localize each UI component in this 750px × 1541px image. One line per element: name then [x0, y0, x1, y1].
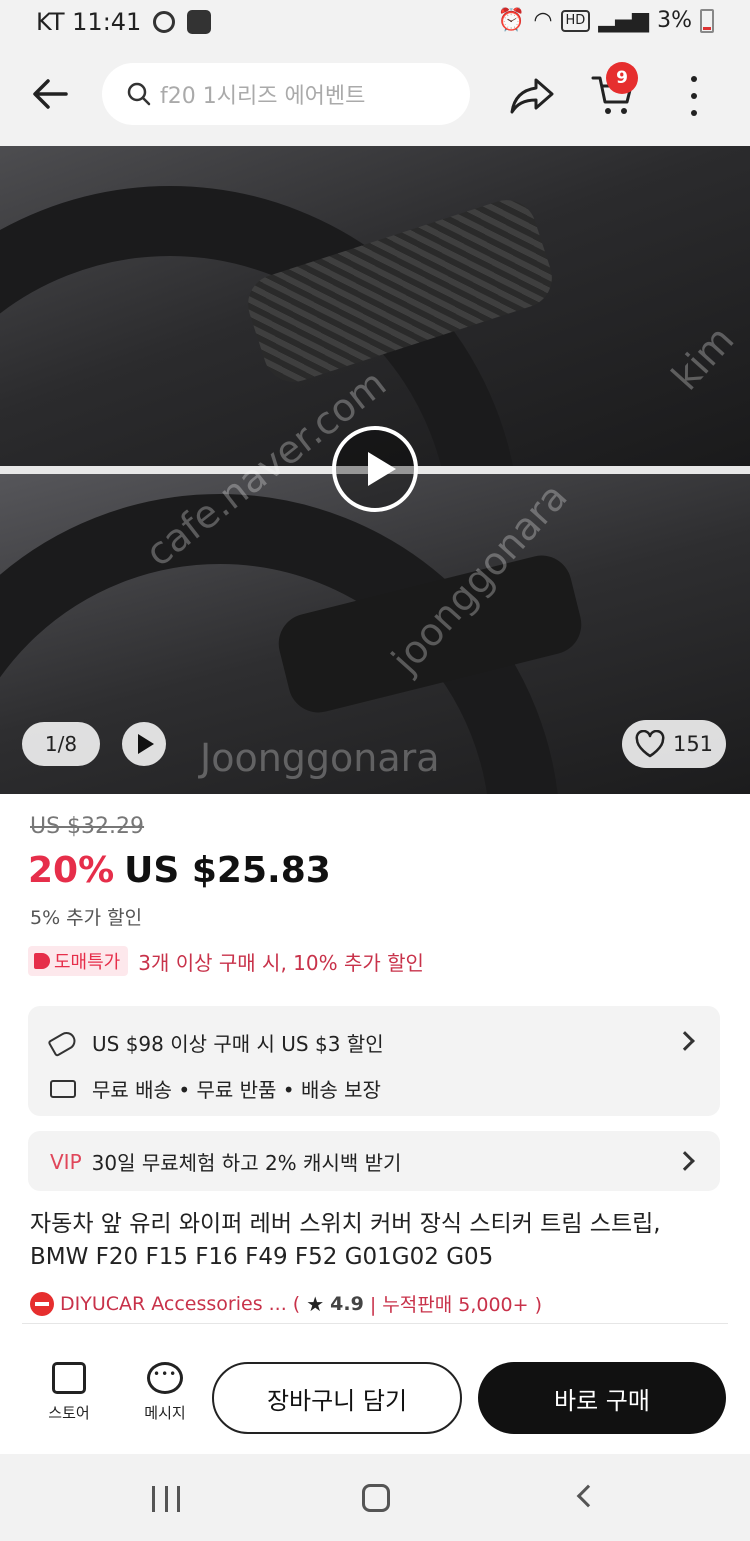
- shipping-line: 무료 배송 • 무료 반품 • 배송 보장: [50, 1074, 381, 1103]
- store-sales: | 누적판매 5,000+ ): [369, 1294, 542, 1316]
- share-button[interactable]: [508, 76, 556, 116]
- status-left: KT 11:41: [36, 8, 212, 36]
- wholesale-badge: 도매특가: [28, 946, 129, 976]
- vip-line: VIP 30일 무료체험 하고 2% 캐시백 받기: [50, 1147, 401, 1176]
- message-button-label: 메시지: [144, 1404, 186, 1422]
- recents-bar: [152, 1486, 155, 1512]
- vip-trial-card[interactable]: VIP 30일 무료체험 하고 2% 캐시백 받기: [28, 1131, 720, 1191]
- message-button[interactable]: 메시지: [130, 1362, 200, 1423]
- store-info[interactable]: DIYUCAR Accessories ... ( ★ 4.9 | 누적판매 5…: [30, 1290, 542, 1317]
- store-logo-icon: [30, 1291, 54, 1316]
- chevron-right-icon: [675, 1031, 695, 1051]
- more-dot: [691, 76, 697, 82]
- heart-icon: [635, 730, 665, 758]
- shipping-text: 무료 배송 • 무료 반품 • 배송 보장: [92, 1078, 381, 1102]
- search-icon: [127, 82, 151, 106]
- play-slideshow-button[interactable]: [122, 722, 166, 766]
- coupon-icon: [47, 1028, 79, 1057]
- coupon-line: US $98 이상 구매 시 US $3 할인: [47, 1028, 384, 1057]
- vip-text: 30일 무료체험 하고 2% 캐시백 받기: [91, 1151, 402, 1175]
- store-button-label: 스토어: [48, 1404, 90, 1422]
- home-button[interactable]: [362, 1484, 390, 1512]
- current-price: US $25.83: [124, 850, 331, 891]
- more-dot: [691, 110, 697, 116]
- product-photo-top: [0, 146, 750, 794]
- product-title: 자동차 앞 유리 와이퍼 레버 스위치 커버 장식 스티커 트림 스트립, BM…: [30, 1211, 661, 1270]
- top-header: f20 1시리즈 에어벤트 9: [0, 46, 750, 146]
- battery-level: 3%: [657, 8, 692, 33]
- discount-percent: 20%: [28, 850, 115, 891]
- search-bar[interactable]: f20 1시리즈 에어벤트: [102, 63, 470, 125]
- pay-icon: [187, 10, 212, 34]
- recents-bar: [177, 1486, 180, 1512]
- store-icon: [52, 1362, 86, 1394]
- wifi-icon: ◠: [533, 8, 553, 33]
- image-pager: 1/8: [22, 722, 100, 766]
- video-play-button[interactable]: [332, 426, 418, 512]
- extra-discount: 5% 추가 할인: [30, 907, 143, 929]
- carrier-time: KT 11:41: [36, 8, 142, 36]
- search-input[interactable]: f20 1시리즈 에어벤트: [160, 78, 365, 110]
- wholesale-badge-label: 도매특가: [54, 952, 121, 973]
- arrow-left-icon: [33, 79, 68, 109]
- chat-bubble-icon: [147, 1362, 183, 1394]
- watermark: Joonggonara: [200, 736, 440, 780]
- more-options-button[interactable]: [680, 76, 708, 116]
- chevron-right-icon: [675, 1151, 695, 1171]
- wishlist-count: 151: [672, 732, 714, 756]
- buy-now-button[interactable]: 바로 구매: [478, 1362, 726, 1434]
- share-icon: [510, 78, 554, 114]
- add-to-cart-button[interactable]: 장바구니 담기: [212, 1362, 462, 1434]
- tag-icon: [34, 953, 50, 969]
- alarm-icon: ⏰: [497, 8, 526, 33]
- product-image-gallery[interactable]: cafe.naver.com joonggonara kim Joonggona…: [0, 146, 750, 794]
- recent-apps-button[interactable]: [152, 1486, 180, 1512]
- store-button[interactable]: 스토어: [34, 1362, 104, 1423]
- store-name[interactable]: DIYUCAR Accessories ... (: [60, 1293, 300, 1315]
- system-nav-bar: [0, 1454, 750, 1541]
- wishlist-button[interactable]: 151: [622, 720, 726, 768]
- system-back-button[interactable]: [576, 1484, 600, 1508]
- coupon-shipping-card[interactable]: US $98 이상 구매 시 US $3 할인 무료 배송 • 무료 반품 • …: [28, 1006, 720, 1116]
- status-right: ⏰ ◠ HD ▂▄▆ 3%: [498, 8, 714, 33]
- battery-icon: [700, 8, 714, 33]
- status-bar: KT 11:41 ⏰ ◠ HD ▂▄▆ 3%: [0, 0, 750, 46]
- divider: [22, 1323, 728, 1324]
- truck-icon: [50, 1079, 76, 1098]
- store-rating: 4.9: [330, 1292, 364, 1315]
- wholesale-offer: 도매특가 3개 이상 구매 시, 10% 추가 할인: [28, 946, 424, 976]
- back-button[interactable]: [28, 72, 72, 116]
- more-dot: [691, 93, 697, 99]
- price-row: 20% US $25.83: [28, 850, 331, 891]
- cart-count-badge: 9: [606, 62, 638, 94]
- vip-label: VIP: [50, 1149, 82, 1174]
- bottom-action-bar: 스토어 메시지 장바구니 담기 바로 구매: [0, 1340, 750, 1454]
- recents-bar: [164, 1486, 168, 1512]
- original-price: US $32.29: [30, 814, 145, 839]
- coupon-text: US $98 이상 구매 시 US $3 할인: [92, 1032, 384, 1056]
- signal-icon: ▂▄▆: [598, 8, 650, 33]
- sync-icon: [153, 11, 176, 33]
- hd-icon: HD: [560, 9, 591, 32]
- wholesale-text: 3개 이상 구매 시, 10% 추가 할인: [138, 950, 424, 975]
- star-icon: ★: [306, 1291, 325, 1316]
